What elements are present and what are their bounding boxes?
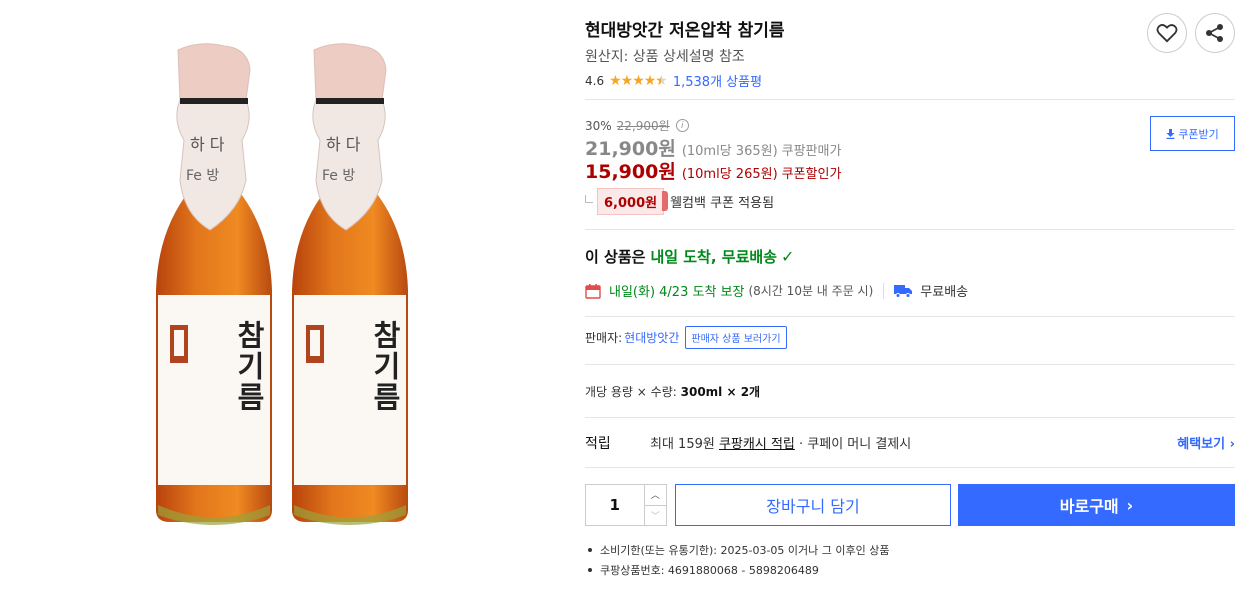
option-label: 개당 용량 × 수량: [585,385,677,399]
seller-row: 판매자: 현대방앗간 판매자 상품 보러가기 [585,326,787,349]
chevron-down-icon[interactable]: ﹀ [645,506,666,526]
separator [883,282,885,299]
seller-products-button[interactable]: 판매자 상품 보러가기 [685,326,787,349]
half-star-icon: ★ [655,73,668,89]
delivery-headline: 이 상품은 내일 도착, 무료배송 ✓ [585,246,794,267]
share-icon [1206,24,1223,42]
list-item: 쿠팡상품번호: 4691880068 - 5898206489 [585,562,889,578]
svg-text:하 다: 하 다 [190,135,225,154]
bottle-image: 하 다 Fe 방 참기름 [286,40,414,525]
wishlist-button[interactable] [1147,13,1187,53]
quantity-controls: ︿ ﹀ [644,485,666,526]
star-rating: ★★★★★ [609,72,668,89]
coupang-cash-link[interactable]: 쿠팡캐시 적립 [719,437,795,452]
seller-name-link[interactable]: 현대방앗간 [624,329,679,346]
bottle-label-text: 참기름 [368,320,402,413]
svg-text:Fe 방: Fe 방 [322,168,355,184]
delivery-row: 내일(화) 4/23 도착 보장 (8시간 10분 내 주문 시) 무료배송 [585,281,968,300]
coupon-price-label: 쿠폰할인가 [781,167,842,182]
seller-label: 판매자: [585,331,623,345]
points-label: 적립 [585,436,611,452]
points-description: 최대 159원 쿠팡캐시 적립 · 쿠페이 머니 결제시 [650,433,911,452]
divider [585,229,1235,230]
benefit-label: 혜택보기 [1177,437,1226,452]
divider [585,316,1235,317]
discount-row: 30% 22,900원 i [585,117,689,134]
buy-now-button[interactable]: 바로구매 › [958,484,1235,526]
review-count-link[interactable]: 1,538개 상품평 [673,71,762,90]
svg-text:하 다: 하 다 [326,135,361,154]
free-shipping-text: 무료배송 [920,285,969,300]
option-value: 300ml × 2개 [680,385,761,399]
divider [585,364,1235,365]
check-icon: ✓ [780,247,795,266]
original-price: 22,900원 [616,119,670,133]
coupon-button-label: 쿠폰받기 [1178,127,1219,141]
bottle-label-text: 참기름 [232,320,266,413]
star-icon: ★★★★ [609,72,656,89]
coupon-unit-price: (10ml당 265원) [681,167,778,182]
chevron-right-icon: › [1229,437,1235,452]
arrival-date: 내일(화) 4/23 도착 보장 [609,285,745,300]
discount-rate: 30% [585,118,612,133]
delivery-head-green: 내일 도착, 무료배송 [650,248,777,266]
bottle-image: 하 다 Fe 방 참기름 [150,40,278,525]
download-icon [1166,128,1175,139]
heart-icon [1156,24,1178,43]
points-suffix: · 쿠페이 머니 결제시 [794,437,912,452]
truck-icon [894,284,913,298]
add-to-cart-button[interactable]: 장바구니 담기 [675,484,951,526]
coupon-price-row: 15,900원 (10ml당 265원) 쿠폰할인가 [585,157,841,184]
coupon-download-button[interactable]: 쿠폰받기 [1150,116,1235,151]
benefit-link[interactable]: 혜택보기 › [1177,433,1235,452]
points-prefix: 최대 159원 [650,437,715,452]
quantity-input[interactable]: 1 [586,485,645,525]
product-title: 현대방앗간 저온압착 참기름 [585,21,785,41]
welcome-coupon-text: 웰컴백 쿠폰 적용됨 [670,196,775,211]
chevron-up-icon[interactable]: ︿ [644,485,666,506]
coupon-price: 15,900원 [585,161,676,183]
calendar-icon [585,283,601,299]
cash-badge: 6,000원 [597,188,669,215]
arrival-note: (8시간 10분 내 주문 시) [748,284,874,298]
list-item: 소비기한(또는 유통기한): 2025-03-05 이거나 그 이후인 상품 [585,542,889,558]
product-image: 하 다 Fe 방 참기름 하 다 Fe 방 참기름 [150,40,420,530]
svg-text:Fe 방: Fe 방 [186,168,219,184]
product-notes: 소비기한(또는 유통기한): 2025-03-05 이거나 그 이후인 상품 쿠… [585,542,889,582]
rating-value: 4.6 [585,73,605,88]
quantity-stepper[interactable]: 1 ︿ ﹀ [585,484,667,526]
welcome-coupon-row: 6,000원 웰컴백 쿠폰 적용됨 [585,188,774,215]
info-icon[interactable]: i [675,119,689,132]
rating-row: 4.6 ★★★★★ 1,538개 상품평 [585,71,762,91]
chevron-right-icon: › [1126,495,1134,515]
delivery-head-prefix: 이 상품은 [585,248,646,266]
divider [585,99,1235,100]
corner-line [585,194,593,203]
divider [585,417,1235,418]
buy-now-label: 바로구매 [1059,497,1119,516]
origin-text: 원산지: 상품 상세설명 참조 [585,49,745,65]
share-button[interactable] [1195,13,1235,53]
option-row: 개당 용량 × 수량: 300ml × 2개 [585,383,760,400]
divider [585,467,1235,468]
